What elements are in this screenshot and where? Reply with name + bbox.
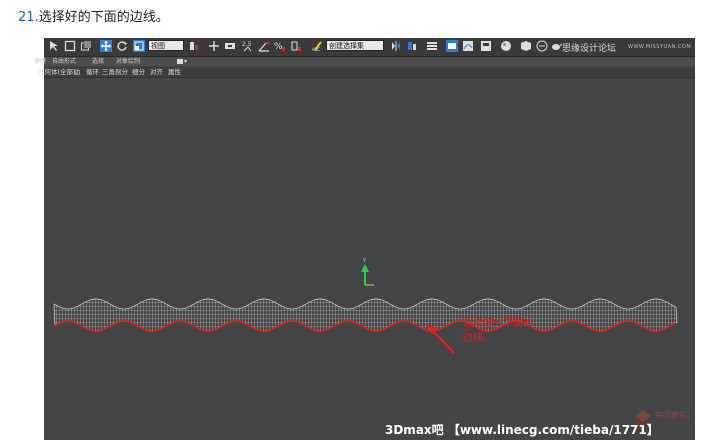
max-window: 视图 2.5 % ABC 创建选择集 思缘设计论坛 WWW.MISSYUAN.C… [34, 38, 695, 440]
annotation-line-2: 边线。 [463, 333, 493, 344]
rendered-frame-icon[interactable] [536, 40, 548, 52]
graphite-tools-icon[interactable] [446, 40, 458, 52]
step-number: 21. [18, 10, 39, 25]
svg-text:y: y [363, 257, 366, 263]
wavy-mesh-object[interactable] [53, 298, 678, 332]
scale-icon[interactable] [133, 40, 145, 52]
transform-gizmo[interactable]: y [361, 257, 374, 286]
snap-toggle-icon[interactable]: 2.5 [242, 40, 254, 52]
render-teapot-icon[interactable] [550, 40, 562, 52]
tab-selection[interactable]: 选择 [92, 57, 104, 66]
annotation-text: 选择好的下面的 边线。 [463, 316, 533, 346]
rotate-icon[interactable] [116, 40, 128, 52]
subbar-triangulate[interactable]: 三角剖分 [102, 67, 128, 77]
stamp-text: 中国教程网 [655, 410, 689, 420]
watermark-text: 3Dmax吧 【www.linecg.com/tieba/1771】 [385, 423, 659, 437]
tab-object-paint[interactable]: 对象绘制 [116, 57, 140, 66]
subbar-align[interactable]: 对齐 [150, 67, 163, 77]
step-heading: 21.选择好的下面的边线。 [18, 6, 169, 25]
mesh-body [53, 298, 678, 332]
material-editor-icon[interactable] [500, 40, 512, 52]
named-selection-icon[interactable]: ABC [312, 40, 324, 52]
move-icon[interactable] [100, 40, 112, 52]
subbar-edge[interactable]: 边 [74, 67, 81, 77]
spinner-snap-icon[interactable] [290, 40, 302, 52]
sub-toolbar: 几何体(全部) 边 循环 三角剖分 细分 对齐 属性 [38, 67, 695, 78]
render-setup-icon[interactable] [520, 40, 532, 52]
layer-manager-icon[interactable] [426, 40, 438, 52]
selection-set-dropdown[interactable]: 创建选择集 [326, 40, 384, 51]
keyboard-shortcut-icon[interactable] [224, 40, 236, 52]
angle-snap-icon[interactable] [258, 40, 270, 52]
reference-coord-dropdown[interactable]: 视图 [148, 40, 184, 51]
svg-text:%: % [274, 42, 283, 52]
viewport-canvas[interactable]: y [44, 78, 695, 440]
subbar-loop[interactable]: 循环 [86, 67, 99, 77]
svg-text:2.5: 2.5 [242, 41, 252, 48]
annotation-line-1: 选择好的下面的 [463, 318, 533, 329]
subbar-subdivide[interactable]: 细分 [132, 67, 145, 77]
align-icon[interactable] [406, 40, 418, 52]
main-toolbar: 视图 2.5 % ABC 创建选择集 思缘设计论坛 WWW.MISSYUAN.C… [44, 38, 695, 57]
subbar-properties[interactable]: 属性 [168, 67, 181, 77]
tab-freeform[interactable]: 自由形式 [52, 57, 76, 66]
tab-modeling[interactable]: 建模 [34, 57, 46, 66]
pivot-center-icon[interactable] [188, 40, 200, 52]
subbar-geometry-all[interactable]: 几何体(全部) [38, 67, 76, 77]
percent-snap-icon[interactable]: % [274, 40, 286, 52]
rect-select-icon[interactable] [64, 40, 76, 52]
ribbon-toggle-icon[interactable] [177, 59, 187, 64]
step-text: 选择好的下面的边线。 [38, 10, 169, 25]
select-manipulate-icon[interactable] [208, 40, 220, 52]
schematic-view-icon[interactable] [480, 40, 492, 52]
brand-url: WWW.MISSYUAN.COM [628, 44, 692, 50]
brand-logo: 思缘设计论坛 [562, 44, 617, 54]
window-crossing-icon[interactable] [80, 40, 92, 52]
select-object-icon[interactable] [48, 40, 60, 52]
viewport-perspective[interactable]: y [44, 78, 695, 440]
curve-editor-icon[interactable] [462, 40, 474, 52]
svg-text:ABC: ABC [312, 47, 320, 52]
ribbon-tabs: 建模 自由形式 选择 对象绘制 [34, 57, 695, 66]
mirror-icon[interactable] [390, 40, 402, 52]
